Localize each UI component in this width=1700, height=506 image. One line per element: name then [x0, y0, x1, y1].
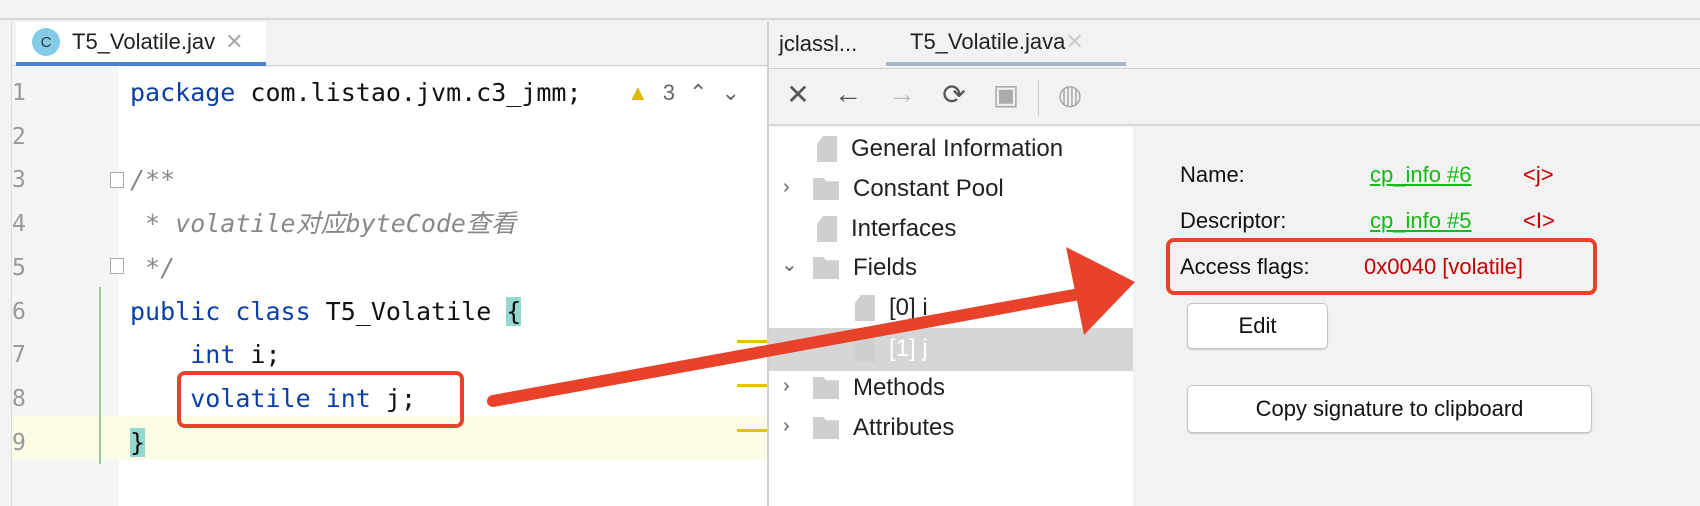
arrow-head [1066, 247, 1135, 335]
annotation-arrow [487, 247, 1135, 407]
arrow-shaft [487, 287, 1091, 407]
